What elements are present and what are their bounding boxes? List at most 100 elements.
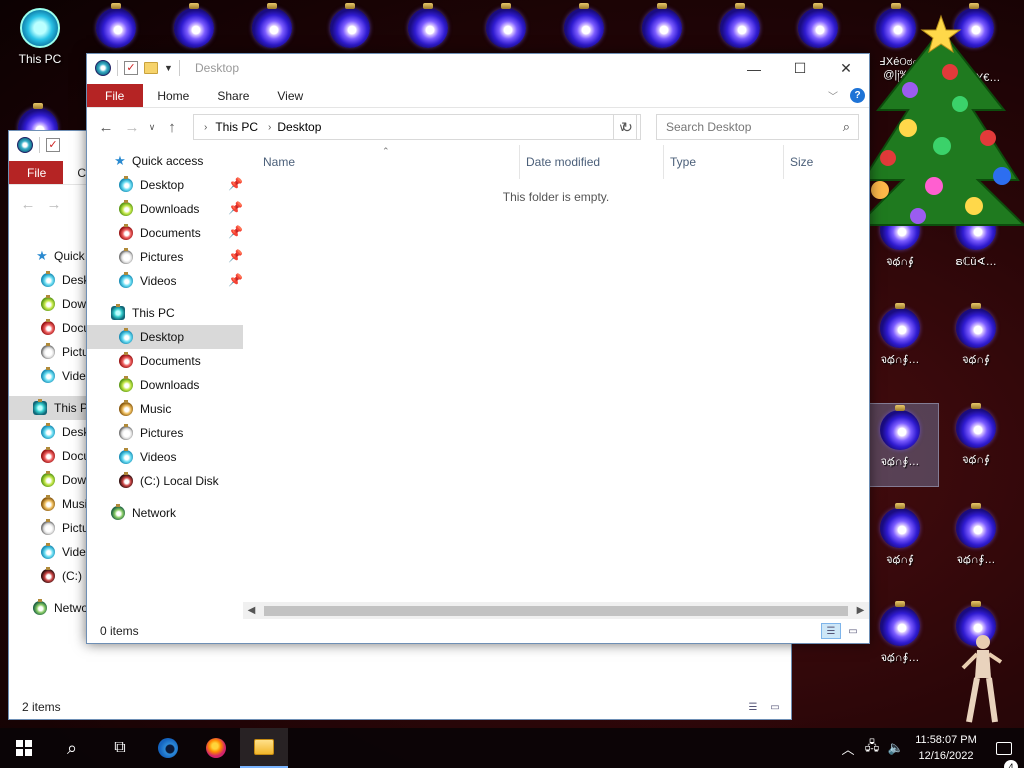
pin-icon[interactable]: 📌 xyxy=(228,273,243,287)
customize-toolbar-chevron-icon[interactable]: ▼ xyxy=(164,63,173,73)
close-button[interactable]: ✕ xyxy=(823,54,869,83)
breadcrumb-chevron-icon[interactable]: › xyxy=(204,122,207,133)
up-arrow-icon[interactable]: ↑ xyxy=(159,119,185,136)
quick-access-toolbar: ✓ xyxy=(17,137,60,153)
nav-network[interactable]: Network xyxy=(87,501,243,525)
properties-icon[interactable]: ✓ xyxy=(46,138,60,152)
pin-icon[interactable]: 📌 xyxy=(228,225,243,239)
scroll-right-icon[interactable]: ▶ xyxy=(852,605,869,616)
explorer-window-desktop[interactable]: ✓ ▼ Desktop — ☐ ✕ File Home Share View ﹀… xyxy=(86,53,870,644)
title-bar[interactable]: ✓ ▼ Desktop — ☐ ✕ xyxy=(87,54,869,84)
desktop-shortcut[interactable]: จథ∩∮ xyxy=(938,403,1014,467)
start-button[interactable] xyxy=(0,728,48,768)
pin-icon[interactable]: 📌 xyxy=(228,249,243,263)
search-box[interactable]: ⌕ xyxy=(656,114,859,140)
nav-item-pictures[interactable]: Pictures 📌 xyxy=(87,245,243,269)
horizontal-scrollbar[interactable]: ◀ ▶ xyxy=(243,602,869,619)
pin-icon[interactable]: 📌 xyxy=(228,201,243,215)
ornament-icon[interactable] xyxy=(798,3,838,48)
breadcrumb-this-pc[interactable]: This PC xyxy=(215,120,258,134)
ornament-icon[interactable] xyxy=(174,3,214,48)
ornament-icon[interactable] xyxy=(96,3,136,48)
forward-arrow-icon[interactable]: → xyxy=(119,119,145,136)
nav-label: Pictures xyxy=(140,250,184,264)
large-icons-view-icon[interactable]: ▭ xyxy=(843,623,863,639)
ornament-icon[interactable] xyxy=(720,3,760,48)
nav-label: Dow xyxy=(62,473,87,487)
large-icons-view-icon[interactable]: ▭ xyxy=(765,699,785,715)
app-icon[interactable] xyxy=(95,60,111,76)
nav-this-pc[interactable]: This PC xyxy=(87,301,243,325)
tab-home[interactable]: Home xyxy=(143,84,203,107)
nav-item-pictures[interactable]: Pictures xyxy=(87,421,243,445)
scroll-left-icon[interactable]: ◀ xyxy=(243,605,260,616)
ornament-icon[interactable] xyxy=(642,3,682,48)
desktop-shortcut[interactable]: จథ∩∮ xyxy=(938,303,1014,367)
expand-ribbon-chevron-icon[interactable]: ﹀ xyxy=(828,88,838,103)
firefox-app-button[interactable] xyxy=(192,728,240,768)
help-icon[interactable]: ? xyxy=(850,88,865,103)
nav-quick-access[interactable]: ★ Quick access xyxy=(87,149,243,173)
nav-item-desktop[interactable]: Desktop 📌 xyxy=(87,173,243,197)
desktop-icon-this-pc[interactable]: This PC xyxy=(2,8,78,66)
address-bar[interactable]: › This PC › Desktop ∨ xyxy=(193,114,637,140)
volume-icon[interactable]: 🔈 xyxy=(884,740,908,756)
action-center-button[interactable]: 4 xyxy=(984,741,1024,768)
ornament-icon[interactable] xyxy=(564,3,604,48)
ornament-icon[interactable] xyxy=(330,3,370,48)
nav-item-downloads[interactable]: Downloads xyxy=(87,373,243,397)
nav-item-desktop-selected[interactable]: Desktop xyxy=(87,325,243,349)
scrollbar-thumb[interactable] xyxy=(264,605,848,616)
app-icon[interactable] xyxy=(17,137,33,153)
back-arrow-icon[interactable]: ← xyxy=(93,119,119,136)
nav-item-videos[interactable]: Videos xyxy=(87,445,243,469)
column-header-name[interactable]: Name xyxy=(243,145,519,179)
nav-item-documents[interactable]: Documents xyxy=(87,349,243,373)
ornament-icon[interactable] xyxy=(486,3,526,48)
refresh-button[interactable]: ↻ xyxy=(613,114,641,140)
search-button[interactable]: ⌕ xyxy=(48,728,96,768)
desktop-shortcut[interactable]: จథ∩∮ xyxy=(862,503,938,567)
minimize-button[interactable]: — xyxy=(731,54,777,83)
item-count: 2 items xyxy=(22,700,61,714)
tab-share[interactable]: Share xyxy=(203,84,263,107)
nav-item-videos[interactable]: Videos 📌 xyxy=(87,269,243,293)
tab-view[interactable]: View xyxy=(263,84,317,107)
search-icon[interactable]: ⌕ xyxy=(843,119,850,135)
recent-locations-chevron-icon[interactable]: ∨ xyxy=(145,122,159,133)
breadcrumb-chevron-icon[interactable]: › xyxy=(268,122,271,133)
desktop-shortcut[interactable]: จథ∩∮… xyxy=(862,303,938,367)
forward-arrow-icon[interactable]: → xyxy=(41,196,67,213)
breadcrumb-desktop[interactable]: Desktop xyxy=(277,120,321,134)
new-folder-icon[interactable] xyxy=(144,62,158,74)
task-view-button[interactable]: ⧉ xyxy=(96,728,144,768)
edge-app-button[interactable] xyxy=(144,728,192,768)
desktop-shortcut-selected[interactable]: จథ∩∮… xyxy=(861,403,939,487)
nav-item-music[interactable]: Music xyxy=(87,397,243,421)
shortcut-label: จథ∩∮ xyxy=(886,256,914,268)
clock[interactable]: 11:58:07 PM 12/16/2022 xyxy=(908,732,984,764)
pin-icon[interactable]: 📌 xyxy=(228,177,243,191)
maximize-button[interactable]: ☐ xyxy=(777,54,823,83)
nav-item-documents[interactable]: Documents 📌 xyxy=(87,221,243,245)
ornament-icon[interactable] xyxy=(408,3,448,48)
desktop-shortcut[interactable]: จథ∩∮… xyxy=(862,601,938,665)
column-header-date-modified[interactable]: Date modified xyxy=(519,145,663,179)
nav-item-downloads[interactable]: Downloads 📌 xyxy=(87,197,243,221)
tab-file[interactable]: File xyxy=(9,161,64,184)
details-view-icon[interactable]: ☰ xyxy=(821,623,841,639)
file-explorer-app-button[interactable] xyxy=(240,728,288,768)
details-view-icon[interactable]: ☰ xyxy=(743,699,763,715)
show-hidden-icons-chevron-icon[interactable]: ︿ xyxy=(836,739,860,758)
tab-file[interactable]: File xyxy=(87,84,144,107)
column-header-size[interactable]: Size xyxy=(783,145,863,179)
search-input[interactable] xyxy=(666,120,826,134)
nav-item-local-disk[interactable]: (C:) Local Disk xyxy=(87,469,243,493)
properties-icon[interactable]: ✓ xyxy=(124,61,138,75)
desktop-shortcut[interactable]: จథ∩∮… xyxy=(938,503,1014,567)
file-list-pane[interactable]: Name ⌃ Date modified Type Size This fold… xyxy=(243,145,869,619)
back-arrow-icon[interactable]: ← xyxy=(15,196,41,213)
ornament-icon[interactable] xyxy=(252,3,292,48)
column-header-type[interactable]: Type xyxy=(663,145,783,179)
network-status-icon[interactable]: 🖧 xyxy=(860,737,884,759)
